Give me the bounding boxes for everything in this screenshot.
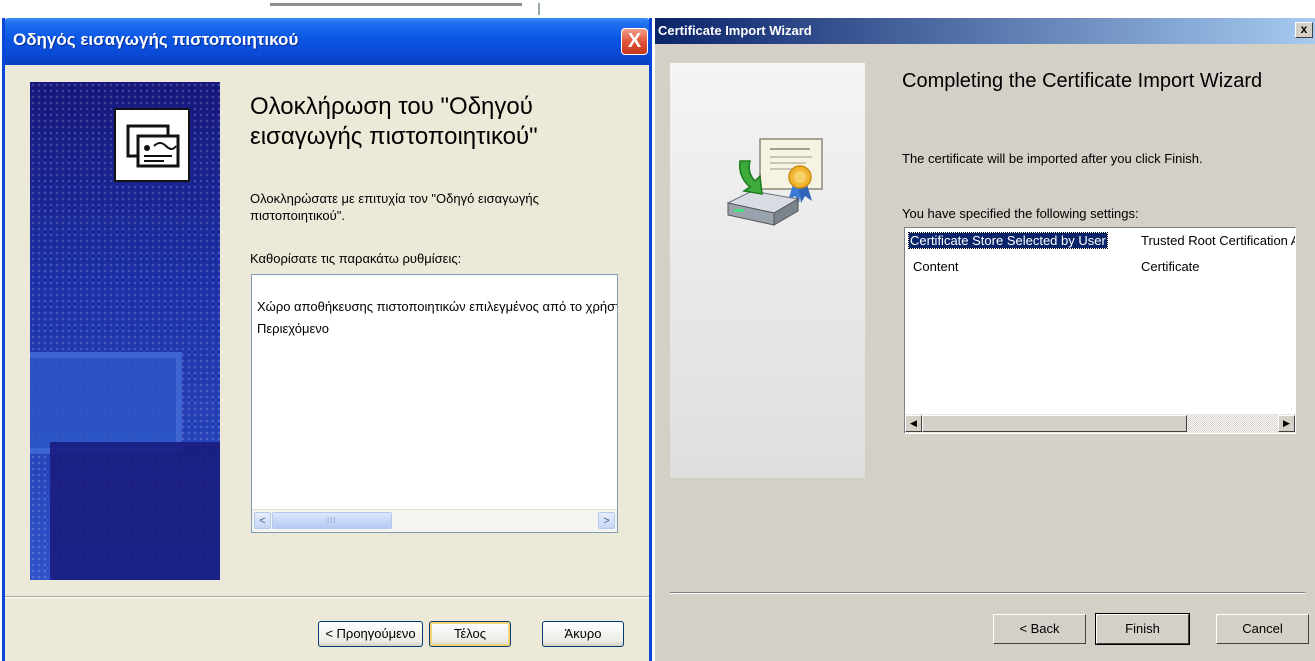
background-window-fragment — [0, 0, 1315, 18]
scroll-left-button[interactable]: ◀ — [905, 415, 922, 432]
scroll-thumb[interactable]: III — [272, 512, 392, 529]
background-window-edge — [270, 3, 522, 6]
greek-wizard-dialog: Οδηγός εισαγωγής πιστοποιητικού X Ολοκλή… — [2, 18, 652, 661]
greek-success-text: Ολοκληρώσατε με επιτυχία τον "Οδηγό εισα… — [250, 191, 539, 223]
scroll-left-button[interactable]: < — [254, 512, 271, 529]
english-info-text: The certificate will be imported after y… — [902, 151, 1203, 166]
table-cell-setting[interactable]: Certificate Store Selected by User — [908, 232, 1108, 249]
certificate-cards-icon — [114, 108, 190, 182]
greek-window-title: Οδηγός εισαγωγής πιστοποιητικού — [13, 30, 299, 49]
greek-close-button[interactable]: X — [621, 28, 648, 55]
scroll-right-button[interactable]: > — [598, 512, 615, 529]
english-back-button[interactable]: < Back — [993, 614, 1086, 644]
english-finish-button[interactable]: Finish — [1095, 613, 1190, 645]
background-window-tick — [538, 3, 540, 15]
greek-settings-list[interactable]: Χώρο αποθήκευσης πιστοποιητικών επιλεγμέ… — [251, 274, 618, 533]
banner-decoration-lower — [50, 442, 220, 580]
banner-decoration — [30, 352, 182, 454]
english-cancel-button[interactable]: Cancel — [1216, 614, 1309, 644]
english-heading: Completing the Certificate Import Wizard — [902, 70, 1263, 92]
english-title-bar[interactable]: Certificate Import Wizard x — [655, 18, 1315, 44]
greek-wizard-banner — [30, 82, 220, 580]
english-close-button[interactable]: x — [1295, 22, 1313, 38]
greek-settings-label: Καθορίσατε τις παρακάτω ρυθμίσεις: — [250, 251, 462, 266]
table-cell-setting[interactable]: Content — [913, 259, 959, 274]
table-cell-value[interactable]: Certificate — [1141, 259, 1200, 274]
english-settings-list[interactable]: Certificate Store Selected by User Trust… — [904, 227, 1296, 434]
greek-heading: Ολοκλήρωση του "Οδηγού εισαγωγής πιστοπο… — [250, 93, 538, 150]
english-button-separator — [670, 592, 1305, 594]
list-item[interactable]: Περιεχόμενο — [257, 321, 329, 336]
scroll-right-button[interactable]: ▶ — [1278, 415, 1295, 432]
greek-finish-button[interactable]: Τέλος — [429, 621, 511, 647]
greek-back-button[interactable]: < Προηγούμενο — [318, 621, 423, 647]
scroll-grip: III — [327, 516, 337, 525]
english-settings-label: You have specified the following setting… — [902, 206, 1139, 221]
english-window-title: Certificate Import Wizard — [658, 23, 812, 38]
english-wizard-dialog: Certificate Import Wizard x Completing t… — [655, 18, 1315, 661]
english-wizard-side-panel — [670, 63, 865, 478]
certificate-install-icon — [726, 138, 823, 226]
greek-cancel-button[interactable]: Άκυρο — [542, 621, 624, 647]
greek-horizontal-scrollbar[interactable]: < III > — [252, 509, 617, 532]
greek-button-separator — [5, 596, 649, 598]
english-horizontal-scrollbar[interactable]: ◀ ▶ — [905, 414, 1295, 433]
scroll-thumb[interactable] — [922, 415, 1187, 432]
greek-title-bar[interactable]: Οδηγός εισαγωγής πιστοποιητικού X — [5, 18, 649, 65]
table-cell-value[interactable]: Trusted Root Certification Authorities — [1141, 233, 1295, 248]
list-item[interactable]: Χώρο αποθήκευσης πιστοποιητικών επιλεγμέ… — [257, 299, 617, 314]
